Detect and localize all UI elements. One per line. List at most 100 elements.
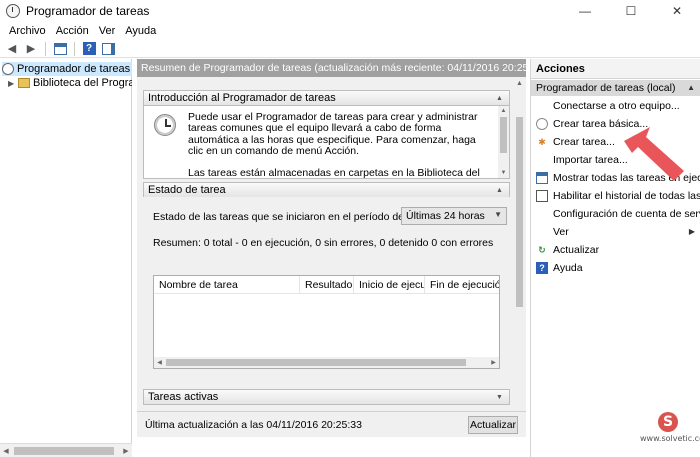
collapse-icon[interactable]: ▲ (494, 185, 505, 195)
folder-icon (18, 78, 30, 88)
scroll-thumb[interactable] (14, 447, 114, 455)
menu-archivo[interactable]: Archivo (4, 25, 51, 37)
action-label: Ayuda (553, 262, 583, 274)
help-icon: ? (82, 42, 96, 55)
panel-icon (101, 42, 115, 55)
status-summary: Resumen: 0 total - 0 en ejecución, 0 sin… (153, 237, 494, 249)
action-help[interactable]: ? Ayuda (531, 259, 700, 277)
title-bar: Programador de tareas — ☐ ✕ (0, 0, 700, 22)
history-icon (536, 190, 548, 202)
maximize-button[interactable]: ☐ (608, 0, 654, 22)
intro-text: Puede usar el Programador de tareas para… (188, 111, 493, 178)
column-header-task-name[interactable]: Nombre de tarea (154, 276, 300, 294)
action-show-running[interactable]: Mostrar todas las tareas en ejecución (531, 169, 700, 187)
submenu-arrow-icon: ▶ (688, 227, 695, 236)
scroll-right-icon[interactable]: ▶ (120, 444, 132, 457)
clock-icon (154, 114, 176, 136)
menu-ver[interactable]: Ver (94, 25, 121, 37)
collapse-icon[interactable]: ▲ (494, 93, 505, 103)
status-section-body: Estado de las tareas que se iniciaron en… (143, 197, 510, 389)
action-create-basic-task[interactable]: Crear tarea básica... (531, 115, 700, 133)
scroll-up-icon[interactable]: ▲ (498, 106, 509, 116)
grid-icon-button[interactable] (52, 41, 68, 57)
panel-toggle-button[interactable] (100, 41, 116, 57)
action-refresh[interactable]: ↻ Actualizar (531, 241, 700, 259)
back-arrow-icon[interactable]: ◀ (4, 41, 20, 57)
column-header-end[interactable]: Fin de ejecución (425, 276, 499, 294)
period-dropdown[interactable]: Últimas 24 horas ▼ (401, 207, 507, 225)
action-enable-history[interactable]: Habilitar el historial de todas las tare… (531, 187, 700, 205)
scroll-left-icon[interactable]: ◀ (154, 357, 165, 368)
last-update-text: Última actualización a las 04/11/2016 20… (145, 419, 362, 431)
menu-ayuda[interactable]: Ayuda (120, 25, 161, 37)
tree-node-library-label: Biblioteca del Programador de tareas (33, 77, 132, 89)
window-controls: — ☐ ✕ (562, 0, 700, 22)
action-label: Importar tarea... (553, 154, 628, 166)
close-button[interactable]: ✕ (654, 0, 700, 22)
scroll-up-icon[interactable]: ▲ (513, 77, 526, 89)
intro-vertical-scrollbar[interactable]: ▲ ▼ (498, 106, 509, 178)
actions-pane: Acciones Programador de tareas (local) ▲… (530, 59, 700, 457)
intro-section-header[interactable]: Introducción al Programador de tareas ▲ (143, 90, 510, 106)
action-label: Actualizar (553, 244, 600, 256)
intro-paragraph: Puede usar el Programador de tareas para… (188, 111, 478, 157)
expand-arrow-icon[interactable]: ▶ (8, 79, 18, 88)
actions-group-label: Programador de tareas (local) (536, 82, 676, 94)
action-label: Conectarse a otro equipo... (553, 100, 680, 112)
scroll-thumb[interactable] (500, 117, 507, 153)
active-tasks-title: Tareas activas (148, 391, 219, 403)
star-icon: ✱ (538, 136, 546, 147)
summary-pane: Resumen de Programador de tareas (actual… (137, 59, 526, 437)
action-label: Mostrar todas las tareas en ejecución (553, 172, 700, 184)
help-button[interactable]: ? (81, 41, 97, 57)
actions-group-header[interactable]: Programador de tareas (local) ▲ (531, 80, 700, 96)
collapse-icon[interactable]: ▲ (687, 83, 695, 92)
help-icon: ? (536, 262, 548, 274)
active-tasks-section-header[interactable]: Tareas activas ▼ (143, 389, 510, 405)
column-header-start[interactable]: Inicio de ejecu... (354, 276, 425, 294)
scroll-thumb[interactable] (166, 359, 466, 366)
table-horizontal-scrollbar[interactable]: ◀ ▶ (154, 357, 499, 368)
collapse-icon[interactable]: ▼ (494, 392, 505, 402)
clock-app-icon (6, 4, 20, 18)
tree-node-library[interactable]: ▶ Biblioteca del Programador de tareas (8, 76, 132, 90)
action-create-task[interactable]: ✱ Crear tarea... (531, 133, 700, 151)
summary-footer: Última actualización a las 04/11/2016 20… (137, 411, 526, 437)
task-status-table: Nombre de tarea Resultado... Inicio de e… (153, 275, 500, 369)
summary-vertical-scrollbar[interactable]: ▲ ▼ (513, 77, 526, 419)
grid-icon (53, 42, 67, 55)
task-icon (536, 118, 548, 130)
action-connect[interactable]: Conectarse a otro equipo... (531, 97, 700, 115)
table-header: Nombre de tarea Resultado... Inicio de e… (154, 276, 499, 294)
list-icon (536, 172, 548, 184)
clock-icon (2, 63, 14, 75)
tree-horizontal-scrollbar[interactable]: ◀ ▶ (0, 443, 132, 457)
action-import-task[interactable]: Importar tarea... (531, 151, 700, 169)
intro-section-body: Puede usar el Programador de tareas para… (143, 106, 510, 179)
scroll-right-icon[interactable]: ▶ (488, 357, 499, 368)
navigation-tree: Programador de tareas (local) ▶ Bibliote… (0, 59, 132, 457)
scroll-down-icon[interactable]: ▼ (498, 168, 509, 178)
action-label: Crear tarea básica... (553, 118, 649, 130)
forward-arrow-icon[interactable]: ▶ (23, 41, 39, 57)
menu-accion[interactable]: Acción (51, 25, 94, 37)
action-view[interactable]: Ver ▶ (531, 223, 700, 241)
summary-header: Resumen de Programador de tareas (actual… (137, 59, 526, 77)
action-label: Configuración de cuenta de servicio (553, 208, 700, 220)
toolbar: ◀ ▶ ? (0, 40, 700, 58)
action-service-account[interactable]: Configuración de cuenta de servicio (531, 205, 700, 223)
action-label: Crear tarea... (553, 136, 615, 148)
toolbar-separator (74, 41, 75, 56)
refresh-icon: ↻ (538, 244, 546, 255)
intro-section-title: Introducción al Programador de tareas (148, 92, 336, 104)
refresh-button[interactable]: Actualizar (468, 416, 518, 434)
tree-node-root[interactable]: Programador de tareas (local) (2, 62, 132, 76)
scroll-left-icon[interactable]: ◀ (0, 444, 12, 457)
minimize-button[interactable]: — (562, 0, 608, 22)
status-section-title: Estado de tarea (148, 184, 226, 196)
status-section-header[interactable]: Estado de tarea ▲ (143, 182, 510, 198)
tree-node-root-label: Programador de tareas (local) (17, 63, 132, 75)
column-header-result[interactable]: Resultado... (300, 276, 354, 294)
menu-bar: Archivo Acción Ver Ayuda (0, 22, 700, 40)
scroll-thumb[interactable] (516, 117, 523, 307)
